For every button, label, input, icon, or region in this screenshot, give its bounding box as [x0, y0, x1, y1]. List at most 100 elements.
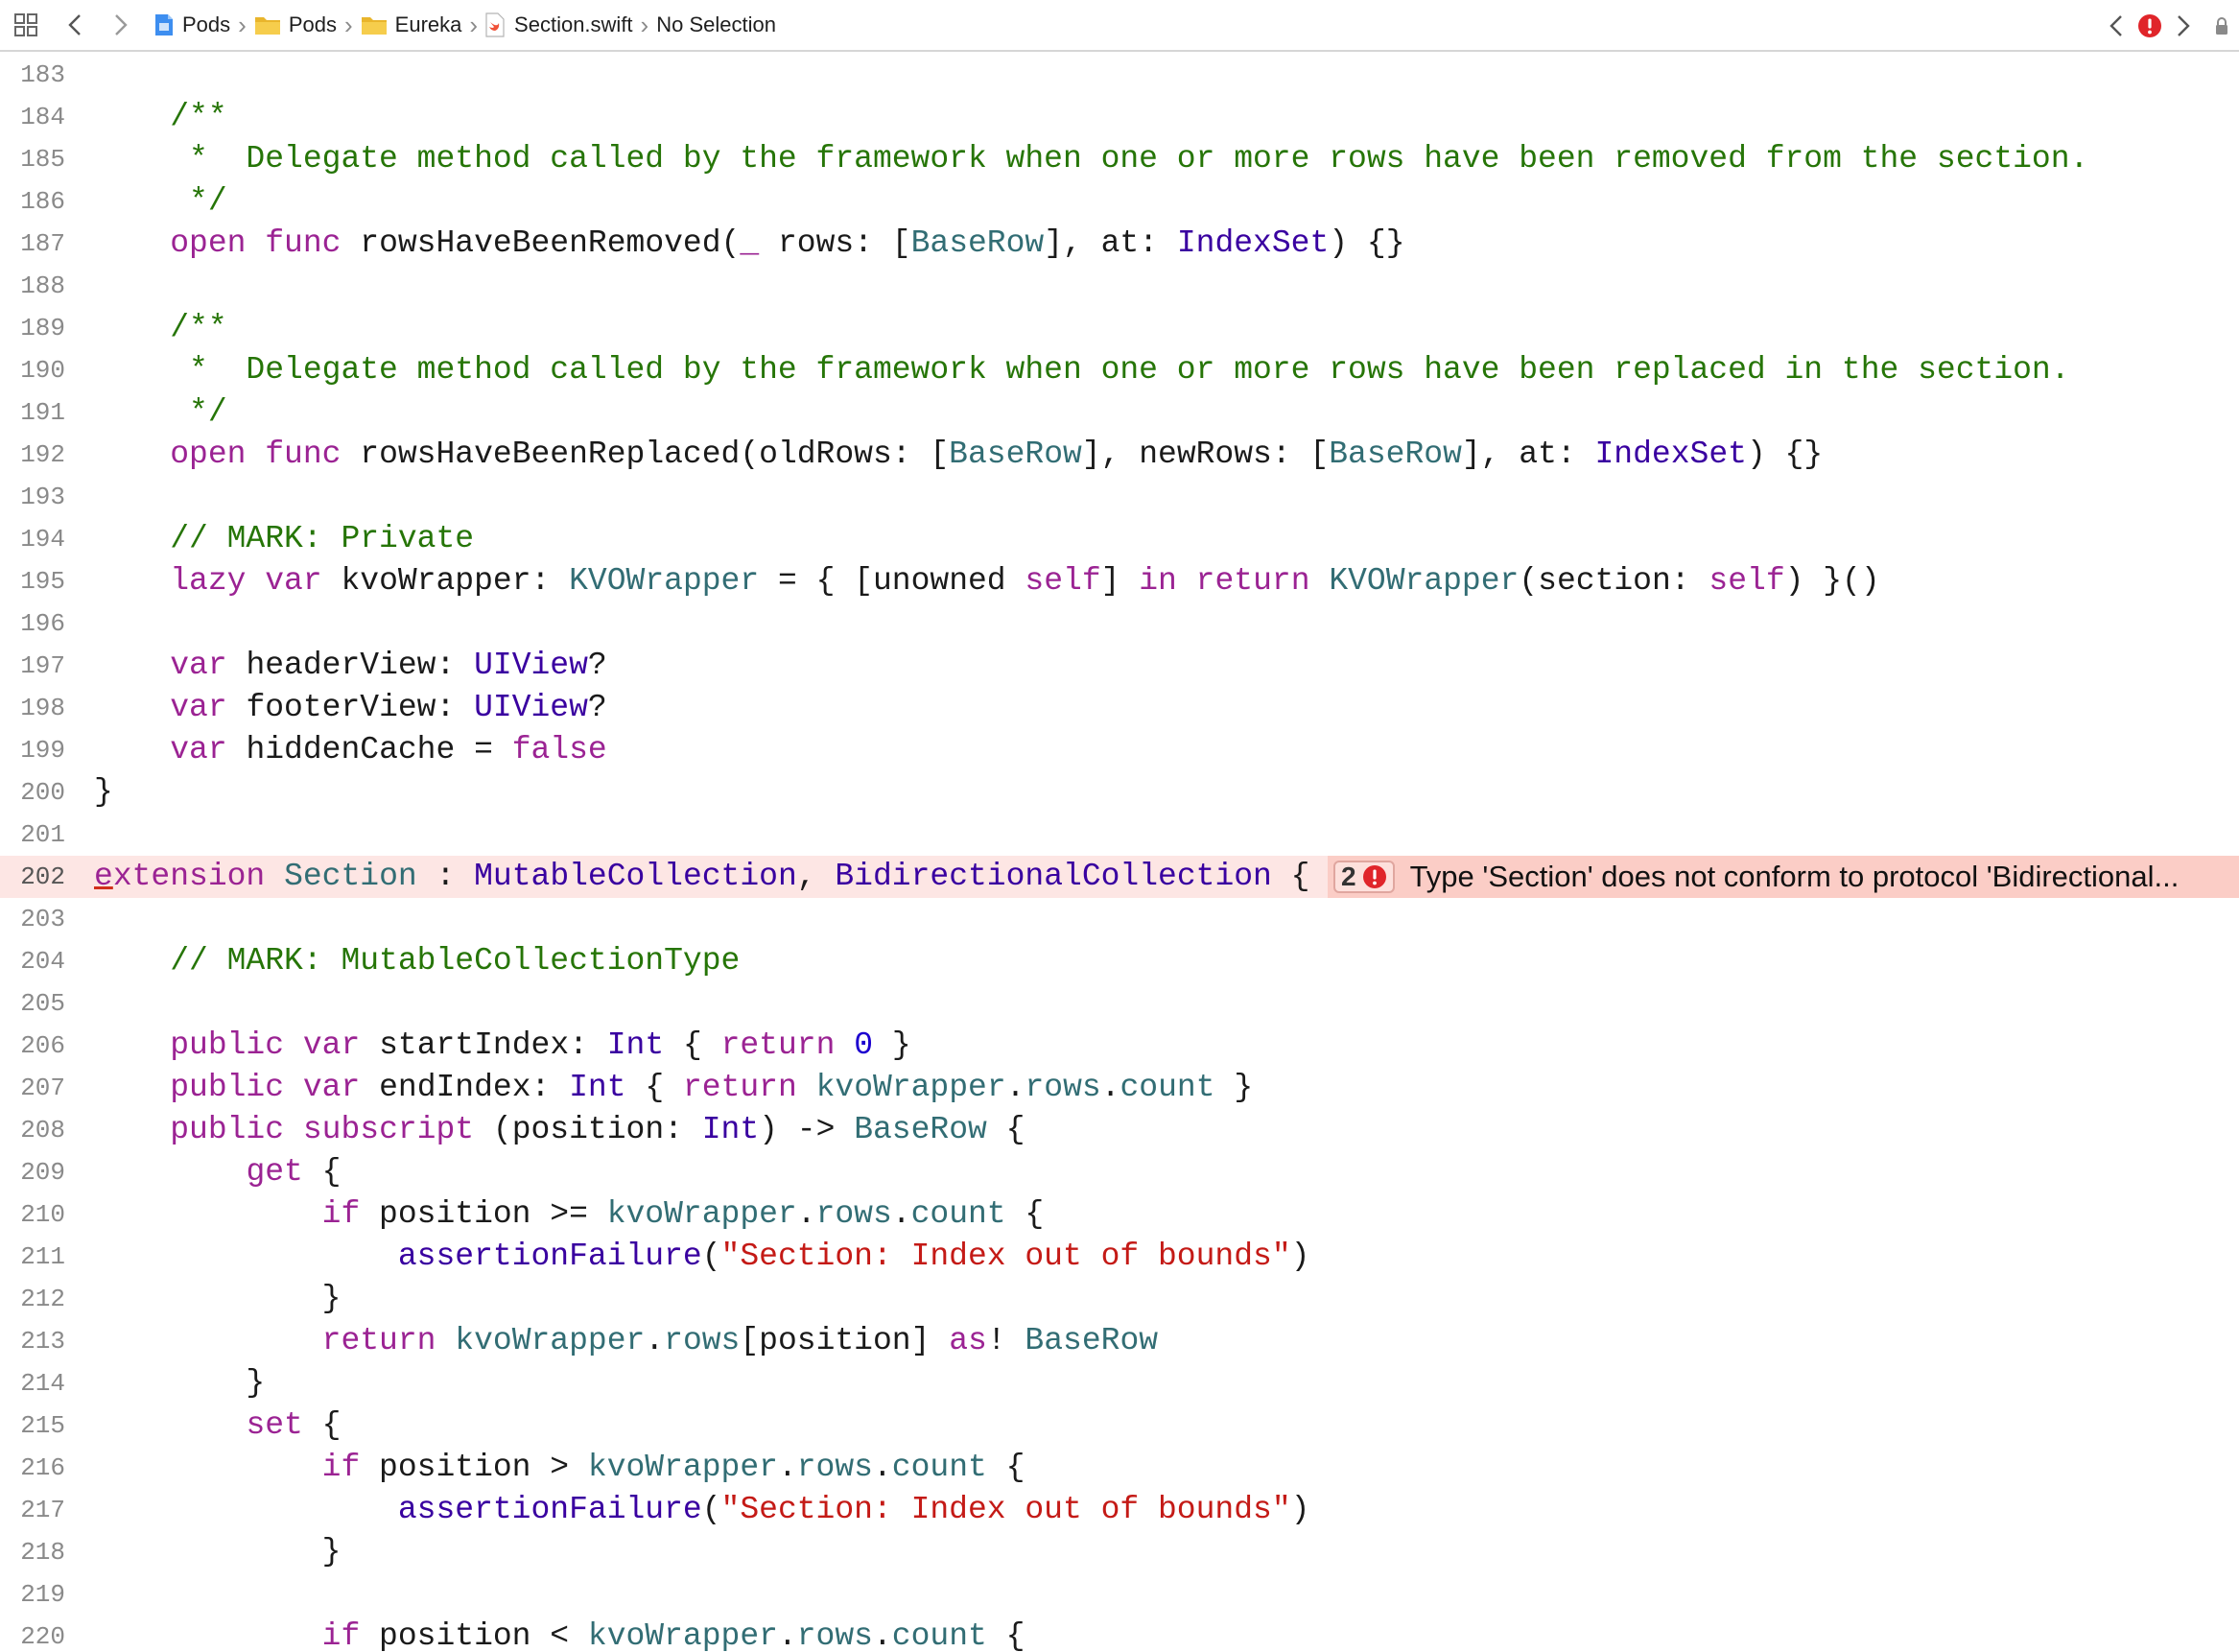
line-number: 191 — [20, 398, 65, 427]
code-token: * Delegate method called by the framewor… — [170, 352, 2070, 388]
code-line[interactable]: 211 assertionFailure("Section: Index out… — [0, 1236, 2239, 1278]
line-number: 202 — [20, 862, 65, 891]
code-line[interactable]: 209 get { — [0, 1151, 2239, 1193]
code-line[interactable]: 218 } — [0, 1531, 2239, 1573]
code-line[interactable]: 213 return kvoWrapper.rows[position] as!… — [0, 1320, 2239, 1362]
breadcrumb-item-file[interactable]: Section.swift — [485, 12, 633, 37]
code-token: assertionFailure — [397, 1492, 702, 1527]
code-line[interactable]: 194 // MARK: Private — [0, 518, 2239, 560]
line-number: 196 — [20, 609, 65, 638]
error-annotation[interactable]: 2 Type 'Section' does not conform to prot… — [1328, 856, 2239, 898]
next-issue-icon[interactable] — [2176, 13, 2191, 38]
code-text: public var endIndex: Int { return kvoWra… — [94, 1067, 1253, 1109]
code-line[interactable]: 216 if position > kvoWrapper.rows.count … — [0, 1447, 2239, 1489]
line-number: 218 — [20, 1538, 65, 1567]
code-line[interactable]: 183 — [0, 54, 2239, 96]
code-line[interactable]: 212 } — [0, 1278, 2239, 1320]
code-line[interactable]: 200} — [0, 771, 2239, 814]
breadcrumb-item-selection[interactable]: No Selection — [656, 12, 776, 37]
code-text: get { — [94, 1151, 341, 1193]
jump-bar: Pods › Pods › Eureka › Section.swift › N… — [0, 0, 2239, 52]
code-line[interactable]: 205 — [0, 982, 2239, 1025]
line-number: 187 — [20, 229, 65, 258]
code-token: public — [170, 1112, 285, 1147]
code-token: if — [321, 1450, 361, 1485]
code-line[interactable]: 192 open func rowsHaveBeenReplaced(oldRo… — [0, 434, 2239, 476]
code-line[interactable]: 208 public subscript (position: Int) -> … — [0, 1109, 2239, 1151]
line-number: 204 — [20, 947, 65, 976]
code-line[interactable]: 195 lazy var kvoWrapper: KVOWrapper = { … — [0, 560, 2239, 602]
code-line[interactable]: 215 set { — [0, 1404, 2239, 1447]
code-token: return — [321, 1323, 436, 1358]
code-token: (section: — [1519, 563, 1709, 599]
code-line[interactable]: 184 /** — [0, 96, 2239, 138]
code-line[interactable]: 198 var footerView: UIView? — [0, 687, 2239, 729]
code-line[interactable]: 207 public var endIndex: Int { return kv… — [0, 1067, 2239, 1109]
code-line[interactable]: 217 assertionFailure("Section: Index out… — [0, 1489, 2239, 1531]
code-token: ) — [1290, 1239, 1310, 1274]
code-line[interactable]: 206 public var startIndex: Int { return … — [0, 1025, 2239, 1067]
code-line[interactable]: 203 — [0, 898, 2239, 940]
forward-arrow-icon[interactable] — [113, 12, 129, 37]
code-token: ], newRows: [ — [1081, 437, 1330, 472]
code-token: // MARK: MutableCollectionType — [170, 943, 741, 979]
code-line[interactable]: 190 * Delegate method called by the fram… — [0, 349, 2239, 391]
code-line[interactable]: 189 /** — [0, 307, 2239, 349]
error-icon[interactable] — [2137, 13, 2162, 38]
code-token: */ — [170, 183, 227, 219]
code-token: open — [170, 225, 247, 261]
chevron-right-icon: › — [640, 11, 649, 39]
back-arrow-icon[interactable] — [67, 12, 82, 37]
code-line[interactable]: 204 // MARK: MutableCollectionType — [0, 940, 2239, 982]
code-token: BaseRow — [949, 437, 1082, 472]
previous-issue-icon[interactable] — [2109, 13, 2124, 38]
related-items-icon[interactable] — [13, 12, 38, 37]
code-token: kvoWrapper — [587, 1618, 778, 1652]
code-token: if — [321, 1618, 361, 1652]
code-line[interactable]: 219 — [0, 1573, 2239, 1616]
code-line[interactable]: 185 * Delegate method called by the fram… — [0, 138, 2239, 180]
lock-icon[interactable] — [2214, 16, 2229, 35]
code-token: set — [246, 1407, 303, 1443]
code-token: Section — [284, 859, 417, 894]
code-line-error[interactable]: 202 extension Section : MutableCollection… — [0, 856, 2239, 898]
code-line[interactable]: 197 var headerView: UIView? — [0, 645, 2239, 687]
code-token: ) }() — [1784, 563, 1880, 599]
code-line[interactable]: 187 open func rowsHaveBeenRemoved(_ rows… — [0, 223, 2239, 265]
code-line[interactable]: 210 if position >= kvoWrapper.rows.count… — [0, 1193, 2239, 1236]
code-line[interactable]: 201 — [0, 814, 2239, 856]
breadcrumb-item-project[interactable]: Pods — [153, 12, 230, 37]
code-line[interactable]: 191 */ — [0, 391, 2239, 434]
source-editor[interactable]: 183 184 /** 185 * Delegate method called b… — [0, 54, 2239, 1652]
code-line[interactable]: 188 — [0, 265, 2239, 307]
code-token: { — [1005, 1196, 1045, 1232]
code-line[interactable]: 193 — [0, 476, 2239, 518]
code-token: . — [891, 1196, 911, 1232]
line-number: 190 — [20, 356, 65, 385]
code-line[interactable]: 186 */ — [0, 180, 2239, 223]
code-token: IndexSet — [1594, 437, 1747, 472]
code-line[interactable]: 214 } — [0, 1362, 2239, 1404]
code-token: func — [265, 437, 342, 472]
code-line[interactable]: 196 — [0, 602, 2239, 645]
code-token: BaseRow — [910, 225, 1045, 261]
breadcrumb-item-folder[interactable]: Pods — [254, 12, 337, 37]
code-token: kvoWrapper: — [321, 563, 570, 599]
error-count-badge[interactable]: 2 — [1333, 861, 1395, 893]
code-token: } — [873, 1027, 911, 1063]
code-token: var — [302, 1027, 361, 1063]
code-token: func — [265, 225, 342, 261]
line-number: 203 — [20, 905, 65, 933]
code-line[interactable]: 199 var hiddenCache = false — [0, 729, 2239, 771]
breadcrumb-item-folder[interactable]: Eureka — [361, 12, 461, 37]
code-token: ( — [701, 1239, 721, 1274]
code-line[interactable]: 220 if position < kvoWrapper.rows.count … — [0, 1616, 2239, 1652]
code-token: { — [986, 1618, 1025, 1652]
line-number: 192 — [20, 440, 65, 469]
